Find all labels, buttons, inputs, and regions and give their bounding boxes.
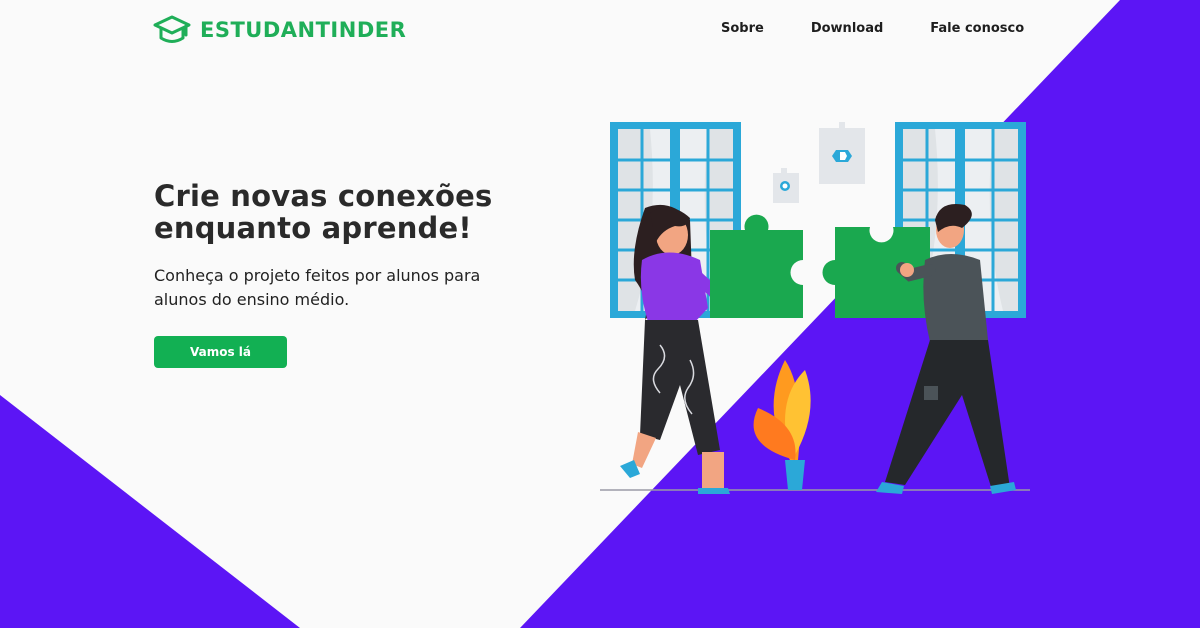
cta-vamos-la-button[interactable]: Vamos lá xyxy=(154,336,287,368)
hero-subtitle-line1: Conheça o projeto feitos por alunos para xyxy=(154,266,481,285)
floating-puzzle-piece-small-icon xyxy=(773,168,799,203)
hero-title: Crie novas conexões enquanto aprende! xyxy=(154,180,574,244)
puzzle-illustration xyxy=(600,122,1030,494)
graduation-cap-icon xyxy=(153,15,191,43)
plant-icon xyxy=(753,360,811,490)
main-nav: Sobre Download Fale conosco xyxy=(721,21,1024,36)
hero-title-line1: Crie novas conexões xyxy=(154,179,493,213)
nav-link-download[interactable]: Download xyxy=(811,21,883,36)
nav-link-fale-conosco[interactable]: Fale conosco xyxy=(930,21,1024,36)
hero-subtitle-line2: alunos do ensino médio. xyxy=(154,290,350,309)
nav-link-sobre[interactable]: Sobre xyxy=(721,21,764,36)
hero-subtitle: Conheça o projeto feitos por alunos para… xyxy=(154,264,514,312)
brand-logo[interactable]: ESTUDANTINDER xyxy=(152,12,406,48)
hero-section: Crie novas conexões enquanto aprende! Co… xyxy=(154,180,574,368)
site-header: ESTUDANTINDER Sobre Download Fale conosc… xyxy=(0,0,1200,60)
brand-name: ESTUDANTINDER xyxy=(200,18,407,42)
hero-title-line2: enquanto aprende! xyxy=(154,211,472,245)
puzzle-piece-left-icon xyxy=(710,214,803,318)
floating-puzzle-piece-icon xyxy=(819,122,865,184)
